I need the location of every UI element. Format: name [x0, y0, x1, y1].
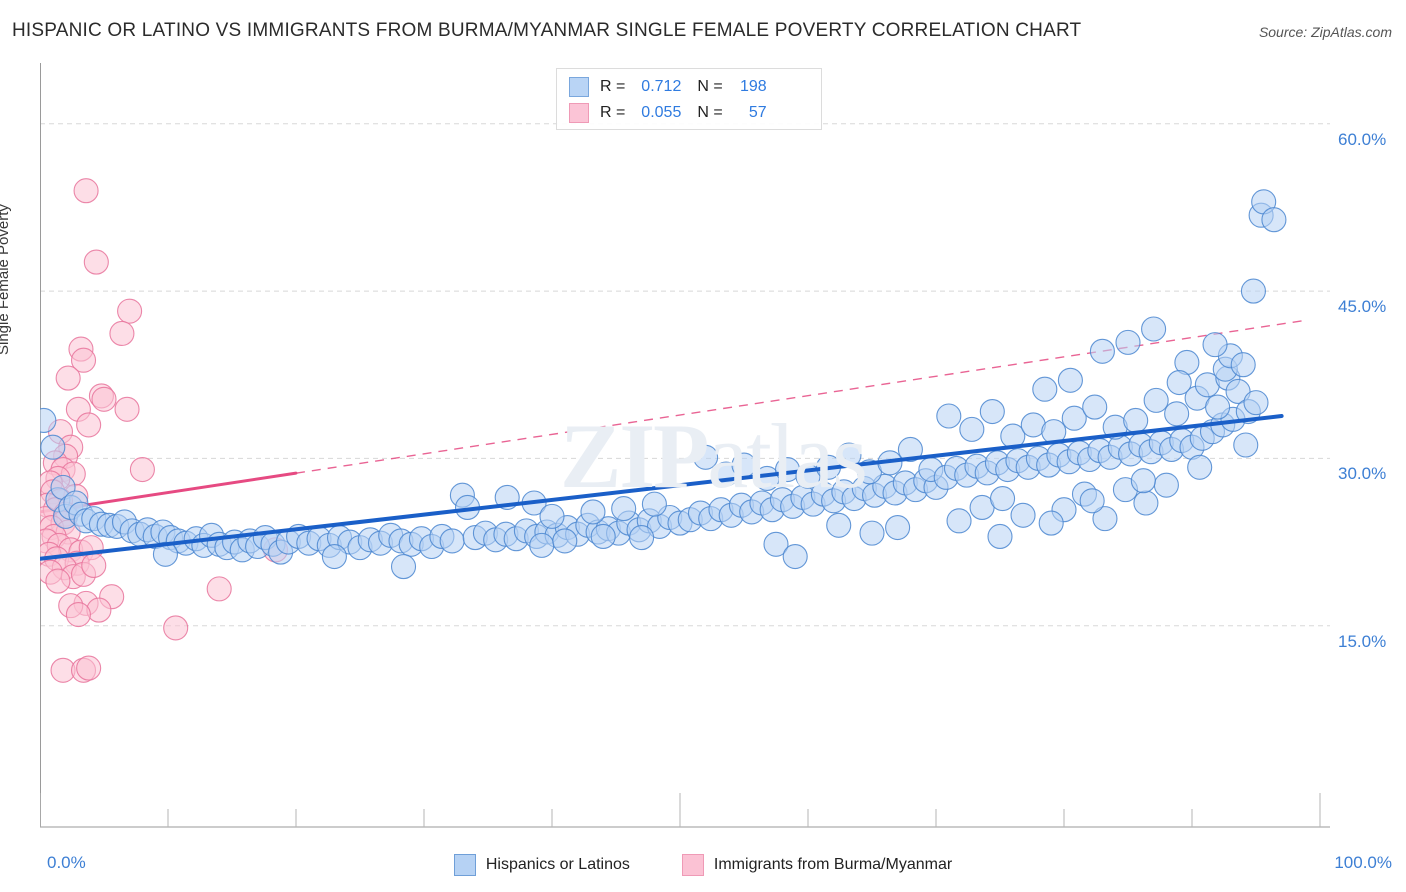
chart-title: HISPANIC OR LATINO VS IMMIGRANTS FROM BU…	[12, 20, 1082, 41]
series-hispanics-or-latinos	[40, 189, 1287, 580]
r-label-pink: R =	[600, 104, 626, 121]
correlation-row-hispanics: R = 0.712 N = 198	[569, 74, 811, 100]
legend-item-burma[interactable]: Immigrants from Burma/Myanmar	[681, 854, 953, 876]
r-value-blue: 0.712	[641, 78, 682, 95]
series-immigrants-from-burma-myanmar	[40, 178, 289, 683]
source-label: Source: ZipAtlas.com	[1258, 24, 1392, 40]
n-value-blue: 198	[739, 78, 767, 95]
legend-swatch-blue	[569, 77, 589, 97]
y-tick-label: 15.0%	[1338, 631, 1387, 651]
n-label-pink: N =	[697, 104, 723, 121]
legend-color-burma	[681, 854, 704, 876]
correlation-row-burma: R = 0.055 N = 57	[569, 100, 811, 126]
legend-item-hispanics[interactable]: Hispanics or Latinos	[453, 854, 630, 876]
y-axis-title: Single Female Poverty	[0, 204, 12, 355]
y-tick-label: 45.0%	[1338, 297, 1387, 317]
watermark-zip: ZIP	[560, 405, 709, 507]
x-axis-max-label: 100.0%	[1334, 853, 1392, 872]
r-value-pink: 0.055	[641, 104, 682, 121]
watermark: ZIPatlas	[560, 403, 868, 509]
n-value-pink: 57	[748, 104, 767, 121]
series-legend: Hispanics or Latinos Immigrants from Bur…	[0, 848, 1406, 882]
correlation-legend: R = 0.712 N = 198 R = 0.055 N = 57	[556, 68, 822, 130]
legend-color-hispanics	[453, 854, 476, 876]
y-tick-label: 60.0%	[1338, 129, 1387, 149]
legend-swatch-pink	[569, 103, 589, 123]
legend-label-hispanics: Hispanics or Latinos	[485, 856, 630, 873]
n-label-blue: N =	[697, 78, 723, 95]
r-label-blue: R =	[600, 78, 626, 95]
x-axis-min-label: 0.0%	[47, 853, 86, 872]
watermark-atlas: atlas	[707, 405, 868, 507]
legend-label-burma: Immigrants from Burma/Myanmar	[713, 856, 953, 873]
y-tick-label: 30.0%	[1338, 464, 1387, 484]
